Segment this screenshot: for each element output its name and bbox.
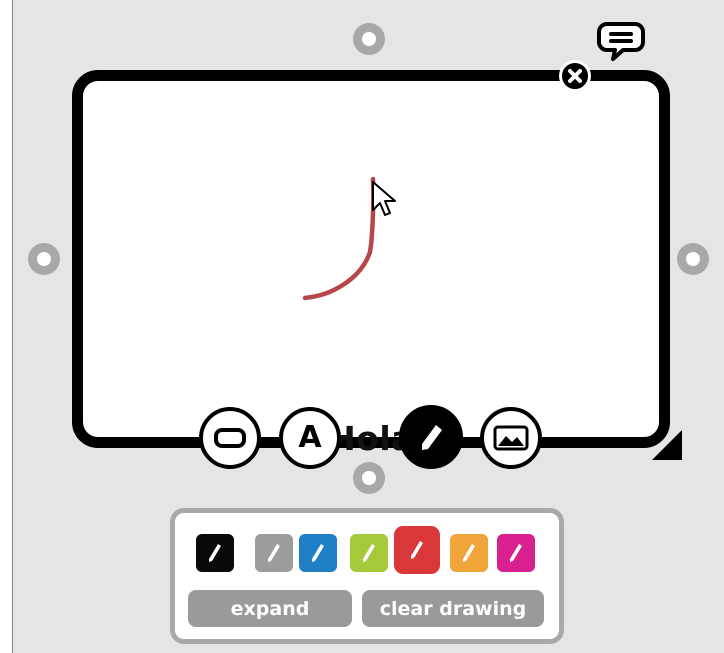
color-swatch-orange[interactable] [450, 534, 488, 572]
pencil-icon [268, 544, 280, 562]
resize-corner-icon[interactable] [650, 428, 684, 462]
expand-button[interactable]: expand [188, 590, 352, 627]
color-swatch-red[interactable] [394, 526, 440, 574]
pencil-icon [312, 544, 324, 562]
letter-a-icon: A [298, 420, 322, 455]
canvas-stage: Hola A expand clear drawing [0, 0, 724, 653]
color-swatch-gray[interactable] [255, 534, 293, 572]
connector-handle-bottom[interactable] [353, 462, 385, 494]
color-swatch-blue[interactable] [299, 534, 337, 572]
connector-handle-right[interactable] [677, 243, 709, 275]
clear-drawing-button[interactable]: clear drawing [362, 590, 544, 627]
pencil-icon [363, 544, 375, 562]
pencil-icon [209, 544, 221, 562]
pencil-icon [463, 544, 475, 562]
rounded-rect-icon [214, 428, 246, 448]
image-icon [493, 425, 529, 451]
connector-handle-top[interactable] [353, 23, 385, 55]
color-swatch-lime[interactable] [350, 534, 388, 572]
mouse-pointer-icon [372, 181, 396, 216]
color-swatch-black[interactable] [196, 534, 234, 572]
pencil-icon [411, 541, 423, 559]
tool-text-button[interactable]: A [279, 407, 341, 469]
tool-shape-button[interactable] [199, 407, 261, 469]
speech-bubble-icon[interactable] [597, 20, 645, 62]
tool-image-button[interactable] [480, 407, 542, 469]
color-palette: expand clear drawing [170, 508, 564, 644]
close-icon [568, 69, 582, 83]
card-text[interactable]: Hola [83, 419, 659, 458]
color-swatch-magenta[interactable] [497, 534, 535, 572]
pencil-icon [510, 544, 522, 562]
connector-handle-left[interactable] [28, 243, 60, 275]
close-button[interactable] [559, 60, 591, 92]
pencil-icon [422, 425, 442, 450]
tool-draw-button[interactable] [399, 405, 463, 469]
